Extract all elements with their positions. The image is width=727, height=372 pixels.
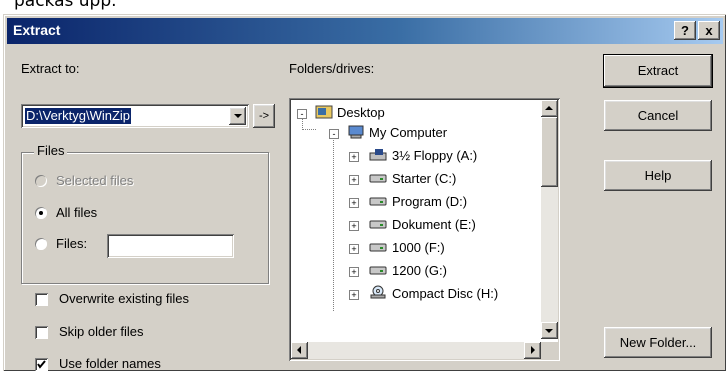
skip-older-checkbox[interactable]	[35, 326, 48, 339]
tree-item-label: Program (D:)	[392, 194, 468, 209]
overwrite-checkbox[interactable]	[35, 293, 48, 306]
cancel-button[interactable]: Cancel	[604, 100, 712, 131]
folders-label: Folders/drives:	[289, 61, 375, 76]
all-files-label: All files	[56, 205, 98, 220]
help-button[interactable]: Help	[604, 160, 712, 191]
tree-item-label: Dokument (E:)	[392, 217, 476, 232]
skip-older-label: Skip older files	[59, 324, 144, 339]
scroll-up-button[interactable]	[541, 100, 558, 117]
selected-files-label: Selected files	[56, 173, 134, 188]
use-folder-names-checkbox[interactable]	[35, 358, 48, 371]
scroll-corner	[541, 342, 558, 359]
tree-item-label: 1200 (G:)	[392, 263, 447, 278]
help-title-button[interactable]: ?	[674, 21, 696, 40]
expand-icon[interactable]: +	[349, 267, 359, 277]
hard-drive-icon	[369, 243, 387, 252]
chevron-down-icon	[234, 114, 242, 118]
cd-drive-icon	[370, 285, 386, 299]
overwrite-label: Overwrite existing files	[59, 291, 190, 306]
tree-item-label: Compact Disc (H:)	[392, 286, 499, 301]
tree-connector	[302, 129, 316, 130]
expand-icon[interactable]: +	[349, 198, 359, 208]
tree-horizontal-scrollbar[interactable]	[291, 342, 541, 359]
my-computer-icon	[348, 125, 364, 139]
all-files-radio[interactable]	[35, 207, 47, 219]
files-pattern-input[interactable]	[107, 234, 234, 258]
extract-to-value[interactable]: D:\Verktyg\WinZip	[25, 108, 132, 124]
expand-icon[interactable]: +	[349, 221, 359, 231]
collapse-icon[interactable]: -	[329, 129, 339, 139]
tree-connector	[333, 136, 334, 311]
arrow-right-icon	[531, 346, 535, 354]
collapse-icon[interactable]: -	[297, 109, 307, 119]
window-title: Extract	[13, 22, 61, 38]
scroll-left-button[interactable]	[291, 342, 308, 359]
hard-drive-icon	[369, 174, 387, 183]
close-button[interactable]: x	[698, 21, 720, 40]
expand-icon[interactable]: +	[349, 175, 359, 185]
extract-dialog: Extract ? x Extract to: D:\Verktyg\WinZi…	[3, 14, 726, 371]
tree-item-label: 1000 (F:)	[392, 240, 445, 255]
files-group-label: Files	[34, 143, 68, 158]
scroll-down-button[interactable]	[541, 322, 558, 339]
selected-files-radio[interactable]	[35, 175, 47, 187]
expand-icon[interactable]: +	[349, 290, 359, 300]
new-folder-button[interactable]: New Folder...	[604, 327, 712, 358]
files-label: Files:	[56, 236, 88, 251]
extract-to-combobox[interactable]: D:\Verktyg\WinZip	[21, 104, 249, 128]
folder-tree[interactable]: - Desktop - My Computer + 3½ Floppy (A:)	[289, 98, 560, 361]
title-bar: Extract ? x	[7, 18, 723, 44]
tree-item-label: 3½ Floppy (A:)	[392, 148, 478, 163]
files-radio[interactable]	[35, 238, 47, 250]
tree-vertical-scrollbar[interactable]	[541, 100, 558, 339]
expand-icon[interactable]: +	[349, 152, 359, 162]
extract-to-label: Extract to:	[21, 61, 80, 76]
extract-button[interactable]: Extract	[604, 55, 712, 87]
extract-to-label-text: Extract to:	[21, 61, 80, 76]
browse-button[interactable]: ->	[253, 104, 275, 128]
arrow-left-icon	[297, 346, 301, 354]
tree-item-label: Desktop	[337, 105, 385, 120]
arrow-up-icon	[545, 106, 553, 110]
radio-dot-icon	[39, 211, 43, 215]
hard-drive-icon	[369, 266, 387, 275]
tree-item-label: Starter (C:)	[392, 171, 457, 186]
scroll-right-button[interactable]	[524, 342, 541, 359]
expand-icon[interactable]: +	[349, 244, 359, 254]
arrow-down-icon	[545, 329, 553, 333]
hard-drive-icon	[369, 220, 387, 229]
desktop-icon	[315, 105, 333, 119]
hard-drive-icon	[369, 197, 387, 206]
use-folder-names-label: Use folder names	[59, 356, 161, 371]
checkmark-icon	[37, 360, 46, 369]
floppy-drive-icon	[369, 149, 387, 161]
scroll-thumb[interactable]	[541, 117, 558, 187]
tree-item-label: My Computer	[369, 125, 448, 140]
combo-dropdown-button[interactable]	[229, 107, 246, 125]
caption-text: packas upp.	[14, 0, 117, 11]
